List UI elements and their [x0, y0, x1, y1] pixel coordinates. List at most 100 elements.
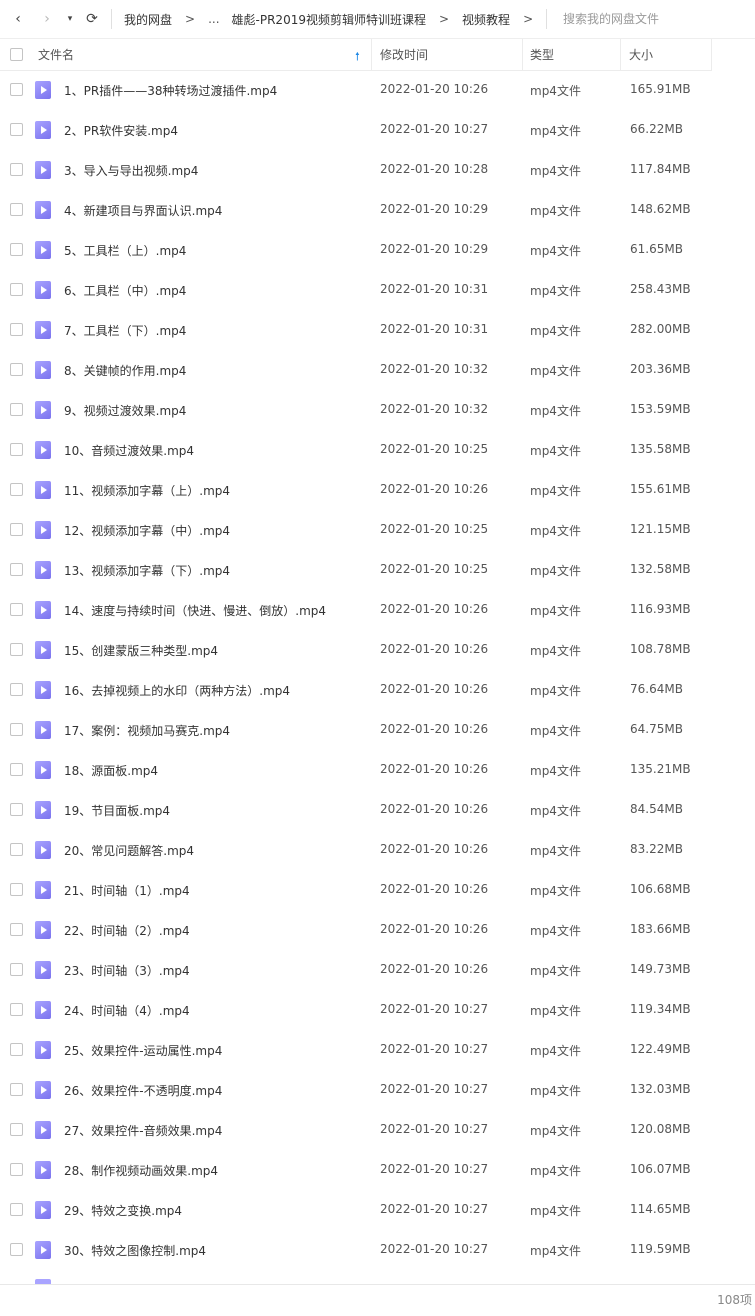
column-divider[interactable]: [711, 39, 712, 70]
file-name[interactable]: 1、PR插件——38种转场过渡插件.mp4: [64, 82, 277, 99]
row-checkbox[interactable]: [10, 403, 23, 416]
row-checkbox[interactable]: [10, 323, 23, 336]
file-name[interactable]: 26、效果控件-不透明度.mp4: [64, 1082, 222, 1099]
sort-ascending-icon[interactable]: 🠕: [355, 48, 360, 67]
row-checkbox[interactable]: [10, 883, 23, 896]
row-checkbox[interactable]: [10, 683, 23, 696]
select-all-checkbox[interactable]: [10, 48, 23, 61]
file-name[interactable]: 20、常见问题解答.mp4: [64, 842, 194, 859]
file-name[interactable]: 12、视频添加字幕（中）.mp4: [64, 522, 230, 539]
row-checkbox[interactable]: [10, 283, 23, 296]
file-name[interactable]: 24、时间轴（4）.mp4: [64, 1002, 190, 1019]
file-row[interactable]: 9、视频过渡效果.mp4 2022-01-20 10:32 mp4文件 153.59M…: [0, 390, 755, 430]
file-row[interactable]: 5、工具栏（上）.mp4 2022-01-20 10:29 mp4文件 61.65MB: [0, 230, 755, 270]
file-name[interactable]: 7、工具栏（下）.mp4: [64, 322, 186, 339]
row-checkbox[interactable]: [10, 563, 23, 576]
row-checkbox[interactable]: [10, 1203, 23, 1216]
file-row[interactable]: 17、案例：视频加马赛克.mp4 2022-01-20 10:26 mp4文件 64.…: [0, 710, 755, 750]
file-row[interactable]: 11、视频添加字幕（上）.mp4 2022-01-20 10:26 mp4文件 155…: [0, 470, 755, 510]
column-divider[interactable]: [522, 39, 523, 70]
row-checkbox[interactable]: [10, 1043, 23, 1056]
file-row[interactable]: 22、时间轴（2）.mp4 2022-01-20 10:26 mp4文件 183.66…: [0, 910, 755, 950]
file-row[interactable]: 7、工具栏（下）.mp4 2022-01-20 10:31 mp4文件 282.00M…: [0, 310, 755, 350]
search-input[interactable]: 搜索我的网盘文件: [563, 10, 659, 27]
file-name[interactable]: 16、去掉视频上的水印（两种方法）.mp4: [64, 682, 290, 699]
file-row[interactable]: 25、效果控件-运动属性.mp4 2022-01-20 10:27 mp4文件 122…: [0, 1030, 755, 1070]
column-header-type[interactable]: 类型: [530, 39, 554, 70]
file-row[interactable]: 30、特效之图像控制.mp4 2022-01-20 10:27 mp4文件 119.5…: [0, 1230, 755, 1270]
row-checkbox[interactable]: [10, 1123, 23, 1136]
back-arrow-icon[interactable]: ‹: [8, 7, 28, 31]
column-divider[interactable]: [371, 39, 372, 70]
file-row[interactable]: 6、工具栏（中）.mp4 2022-01-20 10:31 mp4文件 258.43M…: [0, 270, 755, 310]
file-name[interactable]: 2、PR软件安装.mp4: [64, 122, 178, 139]
history-dropdown-icon[interactable]: ▾: [63, 7, 77, 31]
row-checkbox[interactable]: [10, 363, 23, 376]
row-checkbox[interactable]: [10, 643, 23, 656]
column-header-size[interactable]: 大小: [629, 39, 653, 70]
row-checkbox[interactable]: [10, 1163, 23, 1176]
file-name[interactable]: 13、视频添加字幕（下）.mp4: [64, 562, 230, 579]
file-row[interactable]: 3、导入与导出视频.mp4 2022-01-20 10:28 mp4文件 117.84…: [0, 150, 755, 190]
breadcrumb-item-course[interactable]: 雄彪-PR2019视频剪辑师特训班课程: [232, 11, 426, 28]
file-name[interactable]: 8、关键帧的作用.mp4: [64, 362, 186, 379]
file-name[interactable]: 6、工具栏（中）.mp4: [64, 282, 186, 299]
file-name[interactable]: 19、节目面板.mp4: [64, 802, 170, 819]
file-name[interactable]: 18、源面板.mp4: [64, 762, 158, 779]
file-name[interactable]: 14、速度与持续时间（快进、慢进、倒放）.mp4: [64, 602, 326, 619]
file-name[interactable]: 25、效果控件-运动属性.mp4: [64, 1042, 222, 1059]
file-name[interactable]: 10、音频过渡效果.mp4: [64, 442, 194, 459]
forward-arrow-icon[interactable]: ›: [37, 7, 57, 31]
column-header-name[interactable]: 文件名: [38, 39, 74, 70]
breadcrumb-ellipsis[interactable]: ...: [208, 12, 219, 26]
row-checkbox[interactable]: [10, 603, 23, 616]
file-name[interactable]: 27、效果控件-音频效果.mp4: [64, 1122, 222, 1139]
row-checkbox[interactable]: [10, 843, 23, 856]
file-row[interactable]: 19、节目面板.mp4 2022-01-20 10:26 mp4文件 84.54MB: [0, 790, 755, 830]
file-row[interactable]: 8、关键帧的作用.mp4 2022-01-20 10:32 mp4文件 203.36M…: [0, 350, 755, 390]
file-row[interactable]: 12、视频添加字幕（中）.mp4 2022-01-20 10:25 mp4文件 121…: [0, 510, 755, 550]
file-row[interactable]: 18、源面板.mp4 2022-01-20 10:26 mp4文件 135.21MB: [0, 750, 755, 790]
file-name[interactable]: 15、创建蒙版三种类型.mp4: [64, 642, 218, 659]
row-checkbox[interactable]: [10, 203, 23, 216]
row-checkbox[interactable]: [10, 1003, 23, 1016]
column-divider[interactable]: [620, 39, 621, 70]
file-name[interactable]: 17、案例：视频加马赛克.mp4: [64, 722, 230, 739]
file-row[interactable]: 28、制作视频动画效果.mp4 2022-01-20 10:27 mp4文件 106.…: [0, 1150, 755, 1190]
file-row[interactable]: 27、效果控件-音频效果.mp4 2022-01-20 10:27 mp4文件 120…: [0, 1110, 755, 1150]
file-row[interactable]: 2、PR软件安装.mp4 2022-01-20 10:27 mp4文件 66.22MB: [0, 110, 755, 150]
row-checkbox[interactable]: [10, 483, 23, 496]
file-row[interactable]: 4、新建项目与界面认识.mp4 2022-01-20 10:29 mp4文件 148.…: [0, 190, 755, 230]
file-row[interactable]: 14、速度与持续时间（快进、慢进、倒放）.mp4 2022-01-20 10:26…: [0, 590, 755, 630]
file-row[interactable]: 29、特效之变换.mp4 2022-01-20 10:27 mp4文件 114.65M…: [0, 1190, 755, 1230]
file-name[interactable]: 5、工具栏（上）.mp4: [64, 242, 186, 259]
column-header-modified[interactable]: 修改时间: [380, 39, 428, 70]
refresh-icon[interactable]: ⟳: [82, 7, 102, 31]
row-checkbox[interactable]: [10, 443, 23, 456]
row-checkbox[interactable]: [10, 163, 23, 176]
file-row[interactable]: 21、时间轴（1）.mp4 2022-01-20 10:26 mp4文件 106.68…: [0, 870, 755, 910]
row-checkbox[interactable]: [10, 1243, 23, 1256]
row-checkbox[interactable]: [10, 803, 23, 816]
row-checkbox[interactable]: [10, 83, 23, 96]
row-checkbox[interactable]: [10, 723, 23, 736]
row-checkbox[interactable]: [10, 1083, 23, 1096]
file-name[interactable]: 11、视频添加字幕（上）.mp4: [64, 482, 230, 499]
row-checkbox[interactable]: [10, 243, 23, 256]
file-name[interactable]: 4、新建项目与界面认识.mp4: [64, 202, 222, 219]
file-name[interactable]: 29、特效之变换.mp4: [64, 1202, 182, 1219]
file-row[interactable]: 24、时间轴（4）.mp4 2022-01-20 10:27 mp4文件 119.34…: [0, 990, 755, 1030]
file-row[interactable]: 10、音频过渡效果.mp4 2022-01-20 10:25 mp4文件 135.58…: [0, 430, 755, 470]
file-row[interactable]: 23、时间轴（3）.mp4 2022-01-20 10:26 mp4文件 149.73…: [0, 950, 755, 990]
file-name[interactable]: 28、制作视频动画效果.mp4: [64, 1162, 218, 1179]
file-row[interactable]: 1、PR插件——38种转场过渡插件.mp4 2022-01-20 10:26 mp4…: [0, 70, 755, 110]
row-checkbox[interactable]: [10, 523, 23, 536]
file-row[interactable]: 26、效果控件-不透明度.mp4 2022-01-20 10:27 mp4文件 132…: [0, 1070, 755, 1110]
row-checkbox[interactable]: [10, 963, 23, 976]
file-row[interactable]: 13、视频添加字幕（下）.mp4 2022-01-20 10:25 mp4文件 132…: [0, 550, 755, 590]
row-checkbox[interactable]: [10, 923, 23, 936]
file-name[interactable]: 3、导入与导出视频.mp4: [64, 162, 198, 179]
file-row[interactable]: 20、常见问题解答.mp4 2022-01-20 10:26 mp4文件 83.22M…: [0, 830, 755, 870]
file-name[interactable]: 9、视频过渡效果.mp4: [64, 402, 186, 419]
breadcrumb-item-root[interactable]: 我的网盘: [124, 11, 172, 28]
